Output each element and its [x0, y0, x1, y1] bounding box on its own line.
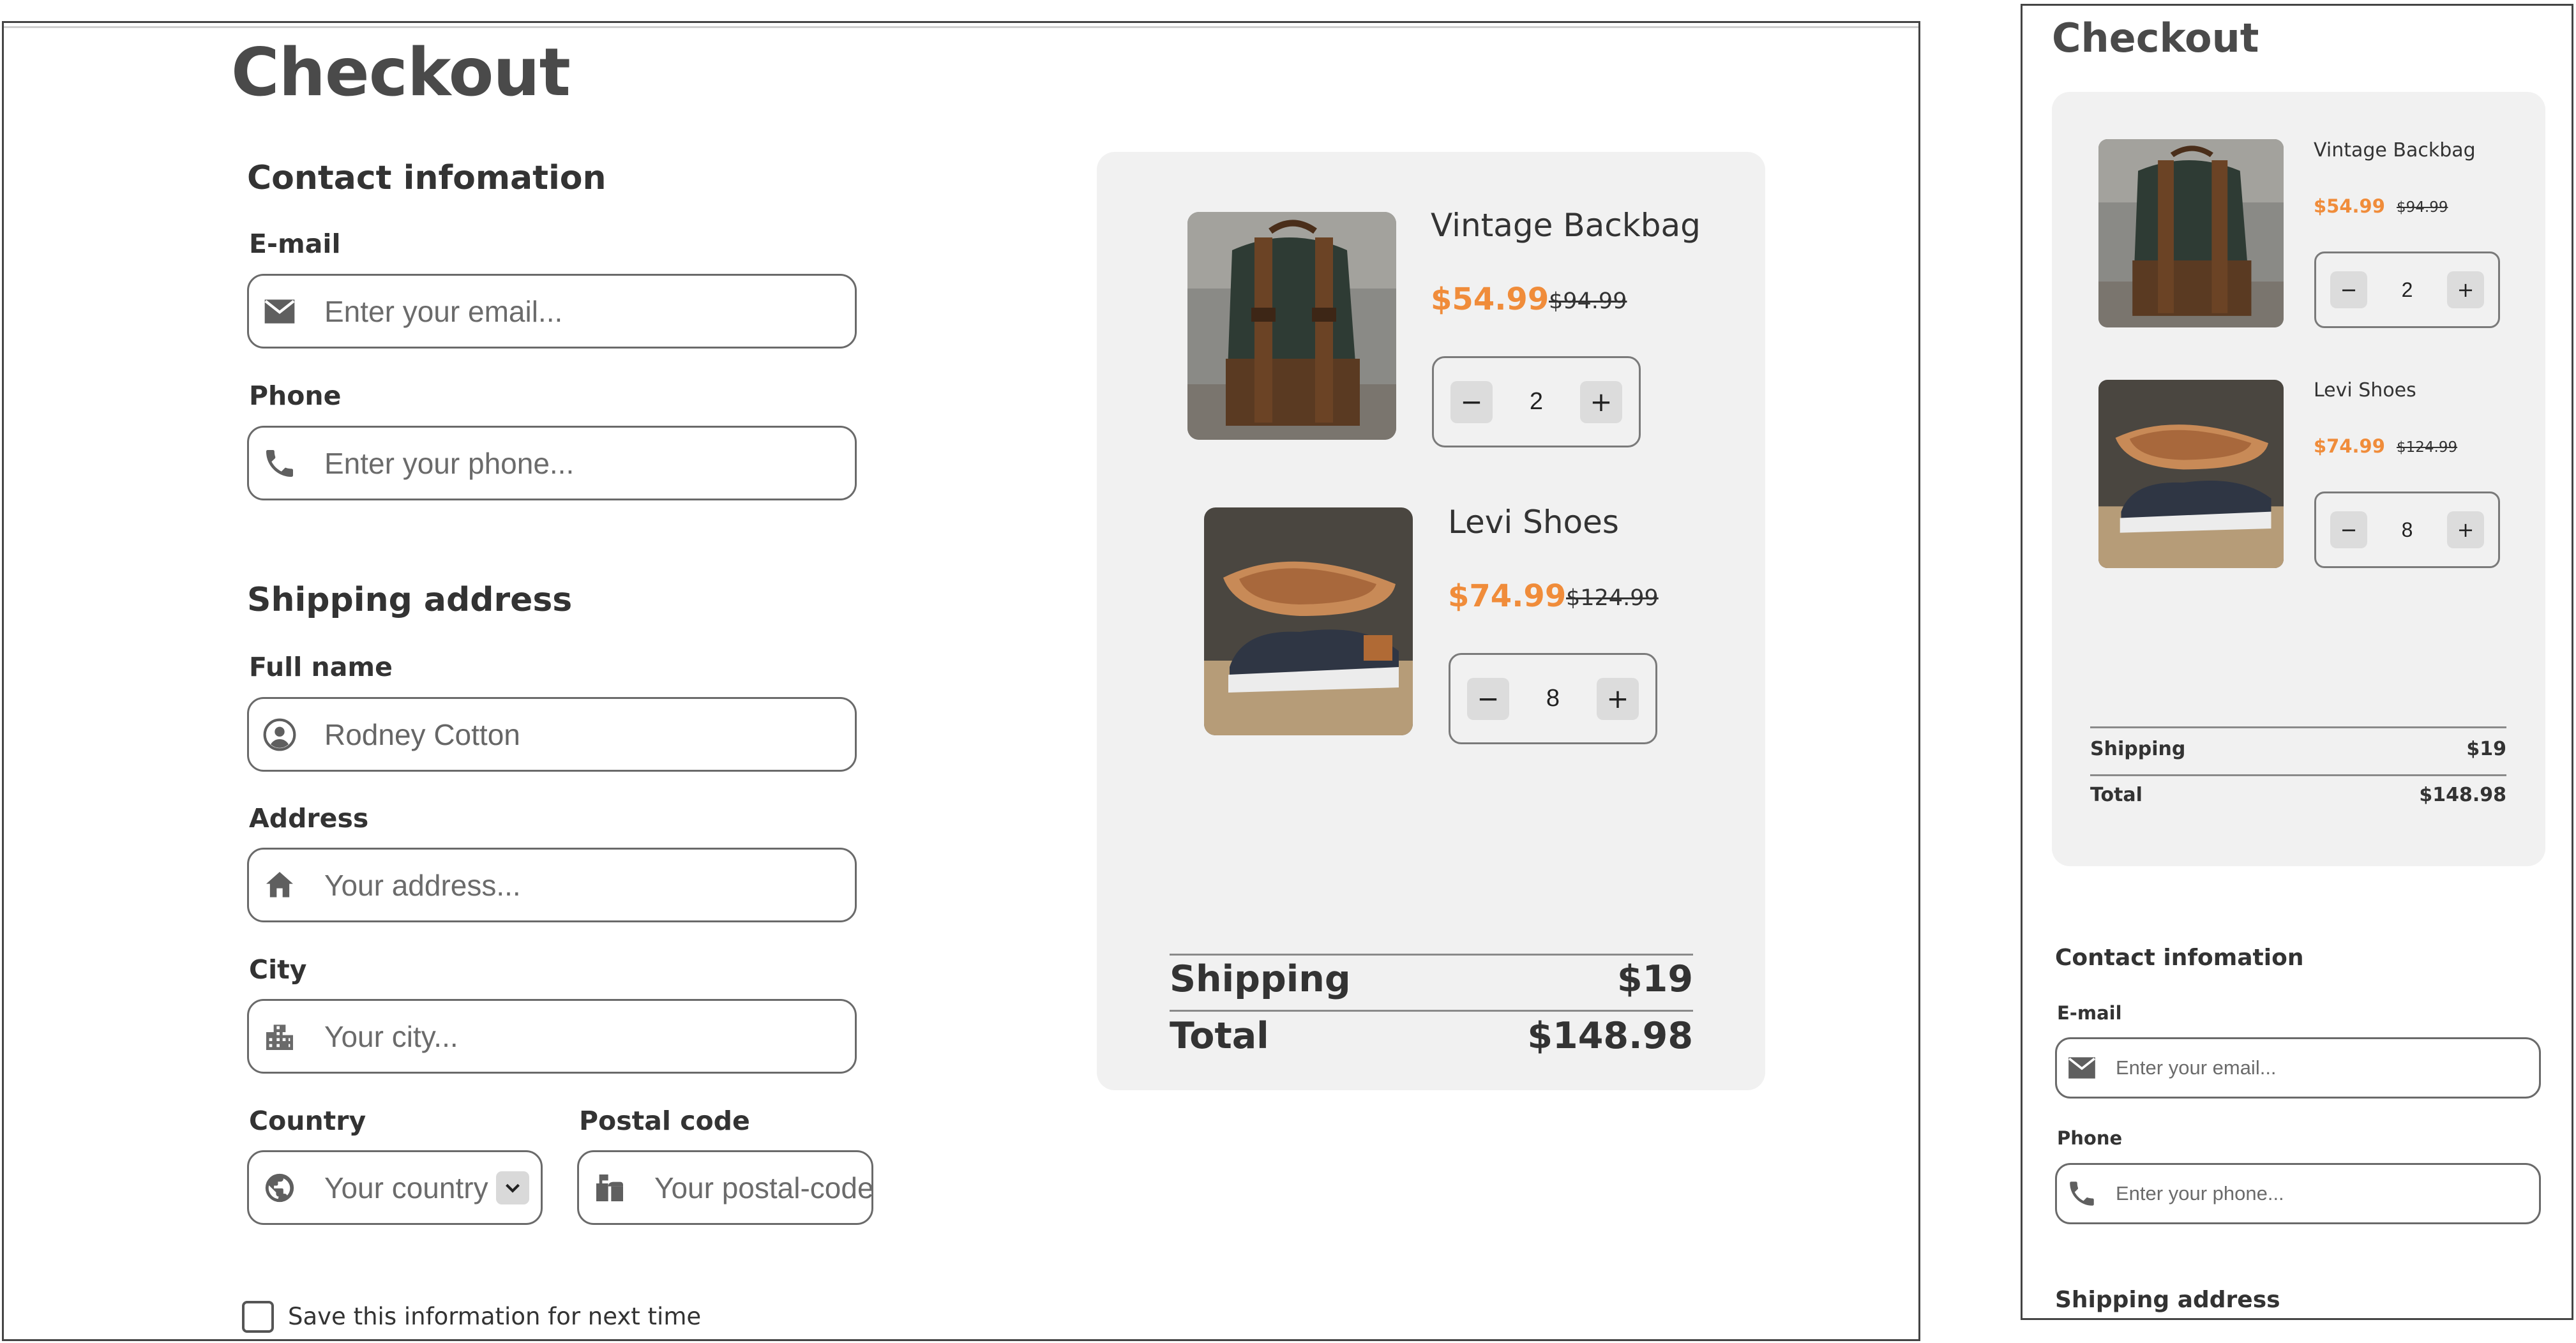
- desktop-checkout-view: Checkout Contact infomation E-mail Phone…: [2, 21, 1920, 1341]
- chevron-down-icon[interactable]: [496, 1171, 529, 1204]
- quantity-value: 2: [2401, 278, 2413, 301]
- total-label: Total: [1170, 1015, 1269, 1057]
- backpack-image: [1187, 212, 1396, 440]
- item-name: Levi Shoes: [2314, 379, 2416, 401]
- phone-field[interactable]: [2055, 1163, 2541, 1224]
- shipping-heading: Shipping address: [2055, 1287, 2280, 1313]
- item-old-price: $124.99: [2397, 439, 2458, 456]
- shipping-label: Shipping: [2090, 738, 2186, 760]
- decrement-button[interactable]: −: [1450, 380, 1493, 423]
- item-old-price: $94.99: [2397, 199, 2448, 216]
- decrement-button[interactable]: −: [1467, 677, 1509, 720]
- item-name: Vintage Backbag: [2314, 139, 2476, 161]
- phone-input[interactable]: [324, 446, 855, 481]
- divider: [1170, 954, 1693, 956]
- quantity-stepper[interactable]: − 8 +: [2314, 491, 2500, 568]
- total-label: Total: [2090, 784, 2143, 806]
- quantity-stepper[interactable]: − 2 +: [1432, 356, 1641, 447]
- increment-button[interactable]: +: [2446, 511, 2484, 548]
- item-name: Levi Shoes: [1448, 504, 1619, 541]
- item-price: $54.99: [2314, 195, 2385, 217]
- address-label: Address: [249, 803, 369, 834]
- mail-icon: [2065, 1051, 2099, 1085]
- shoe-image: [2098, 380, 2284, 568]
- phone-input[interactable]: [2116, 1182, 2539, 1205]
- phone-icon: [260, 444, 299, 483]
- mail-icon: [260, 292, 299, 331]
- total-value: $148.98: [2419, 784, 2506, 806]
- shoe-image: [1204, 507, 1413, 735]
- total-row: Total $148.98: [2090, 784, 2506, 806]
- quantity-stepper[interactable]: − 8 +: [1449, 653, 1657, 744]
- postal-label: Postal code: [579, 1106, 750, 1136]
- email-input[interactable]: [324, 294, 855, 329]
- increment-button[interactable]: +: [1596, 677, 1639, 720]
- decrement-button[interactable]: −: [2330, 511, 2367, 548]
- fullname-input[interactable]: [324, 717, 855, 752]
- country-label: Country: [249, 1106, 366, 1136]
- postal-input[interactable]: [654, 1170, 871, 1205]
- quantity-value: 8: [2401, 518, 2413, 541]
- item-old-price: $124.99: [1566, 585, 1659, 611]
- page-title: Checkout: [2052, 15, 2259, 61]
- save-info-checkbox[interactable]: [242, 1301, 274, 1333]
- city-icon: [260, 1017, 299, 1056]
- total-row: Total $148.98: [1170, 1015, 1693, 1057]
- item-price: $54.99: [1431, 281, 1549, 317]
- city-field[interactable]: [247, 999, 857, 1074]
- city-label: City: [249, 954, 307, 985]
- divider: [2090, 726, 2506, 728]
- item-old-price: $94.99: [1549, 289, 1627, 314]
- quantity-value: 2: [1529, 388, 1544, 415]
- mailbox-icon: [591, 1169, 629, 1207]
- item-name: Vintage Backbag: [1431, 207, 1701, 244]
- contact-heading: Contact infomation: [247, 159, 606, 197]
- email-field[interactable]: [247, 274, 857, 349]
- email-field[interactable]: [2055, 1037, 2541, 1099]
- fullname-label: Full name: [249, 652, 393, 682]
- shipping-heading: Shipping address: [247, 581, 573, 619]
- shipping-value: $19: [2466, 738, 2506, 760]
- home-icon: [260, 866, 299, 904]
- phone-field[interactable]: [247, 426, 857, 500]
- country-input[interactable]: [324, 1170, 496, 1205]
- email-label: E-mail: [2057, 1002, 2122, 1024]
- item-price: $74.99: [2314, 435, 2385, 457]
- increment-button[interactable]: +: [2446, 271, 2484, 308]
- fullname-field[interactable]: [247, 697, 857, 772]
- order-summary-card: Vintage Backbag $54.99 $94.99 − 2 + Levi…: [1097, 152, 1765, 1090]
- user-circle-icon: [260, 716, 299, 754]
- order-summary-card: Vintage Backbag $54.99 $94.99 − 2 + Levi…: [2052, 92, 2545, 866]
- phone-label: Phone: [2057, 1127, 2123, 1149]
- increment-button[interactable]: +: [1579, 380, 1622, 423]
- backpack-image: [2098, 139, 2284, 327]
- shipping-row: Shipping $19: [1170, 958, 1693, 1000]
- divider: [1170, 1010, 1693, 1012]
- address-field[interactable]: [247, 848, 857, 922]
- shipping-value: $19: [1617, 958, 1693, 1000]
- shipping-row: Shipping $19: [2090, 738, 2506, 760]
- address-input[interactable]: [324, 867, 855, 903]
- city-input[interactable]: [324, 1019, 855, 1054]
- postal-field[interactable]: [577, 1150, 873, 1225]
- divider: [2090, 774, 2506, 776]
- quantity-stepper[interactable]: − 2 +: [2314, 251, 2500, 328]
- quantity-value: 8: [1546, 685, 1560, 712]
- email-label: E-mail: [249, 229, 341, 259]
- shipping-label: Shipping: [1170, 958, 1351, 1000]
- decrement-button[interactable]: −: [2330, 271, 2367, 308]
- mobile-checkout-view: Checkout Vintage Backbag $54.99 $94.99 −…: [2021, 4, 2573, 1320]
- save-info-label: Save this information for next time: [288, 1303, 702, 1330]
- contact-heading: Contact infomation: [2055, 945, 2304, 971]
- phone-icon: [2065, 1176, 2099, 1211]
- phone-label: Phone: [249, 380, 342, 411]
- total-value: $148.98: [1527, 1015, 1693, 1057]
- email-input[interactable]: [2116, 1056, 2539, 1079]
- page-title: Checkout: [231, 34, 571, 111]
- divider: [4, 26, 1918, 28]
- country-select[interactable]: [247, 1150, 543, 1225]
- globe-icon: [260, 1169, 299, 1207]
- item-price: $74.99: [1448, 578, 1567, 614]
